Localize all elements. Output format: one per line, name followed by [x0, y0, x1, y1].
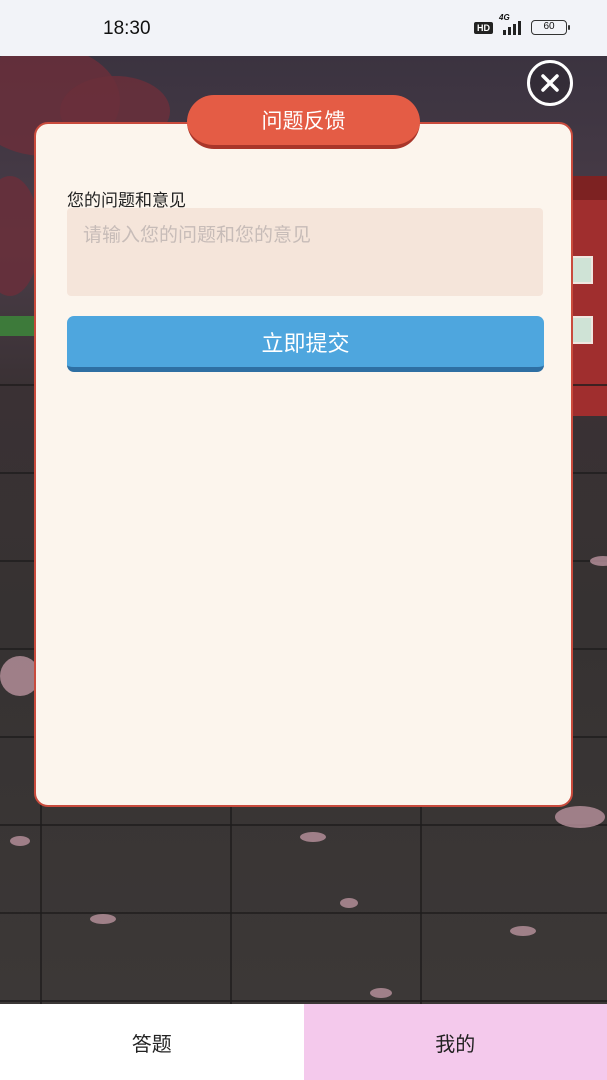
hd-icon: HD [474, 21, 493, 34]
petal-decoration [555, 806, 605, 828]
bottom-nav: 答题 我的 [0, 1004, 607, 1080]
battery-icon: 60 [531, 20, 570, 35]
feedback-dialog: 您的问题和意见 立即提交 [34, 122, 573, 807]
feedback-input[interactable] [67, 208, 543, 296]
status-bar: 18:30 HD 4G 60 [0, 0, 607, 56]
petal-decoration [370, 988, 392, 998]
petal-decoration [510, 926, 536, 936]
petal-decoration [90, 914, 116, 924]
signal-icon: 4G [499, 13, 521, 35]
status-icons: HD 4G 60 [474, 13, 570, 35]
status-time: 18:30 [103, 18, 151, 39]
close-button[interactable] [527, 60, 573, 106]
petal-decoration [340, 898, 358, 908]
network-type-label: 4G [499, 12, 510, 22]
petal-decoration [300, 832, 326, 842]
tab-answer[interactable]: 答题 [0, 1004, 304, 1080]
petal-decoration [10, 836, 30, 846]
submit-button[interactable]: 立即提交 [67, 316, 544, 372]
dialog-title: 问题反馈 [187, 95, 420, 149]
close-icon [541, 74, 559, 92]
tab-mine[interactable]: 我的 [303, 1004, 607, 1080]
